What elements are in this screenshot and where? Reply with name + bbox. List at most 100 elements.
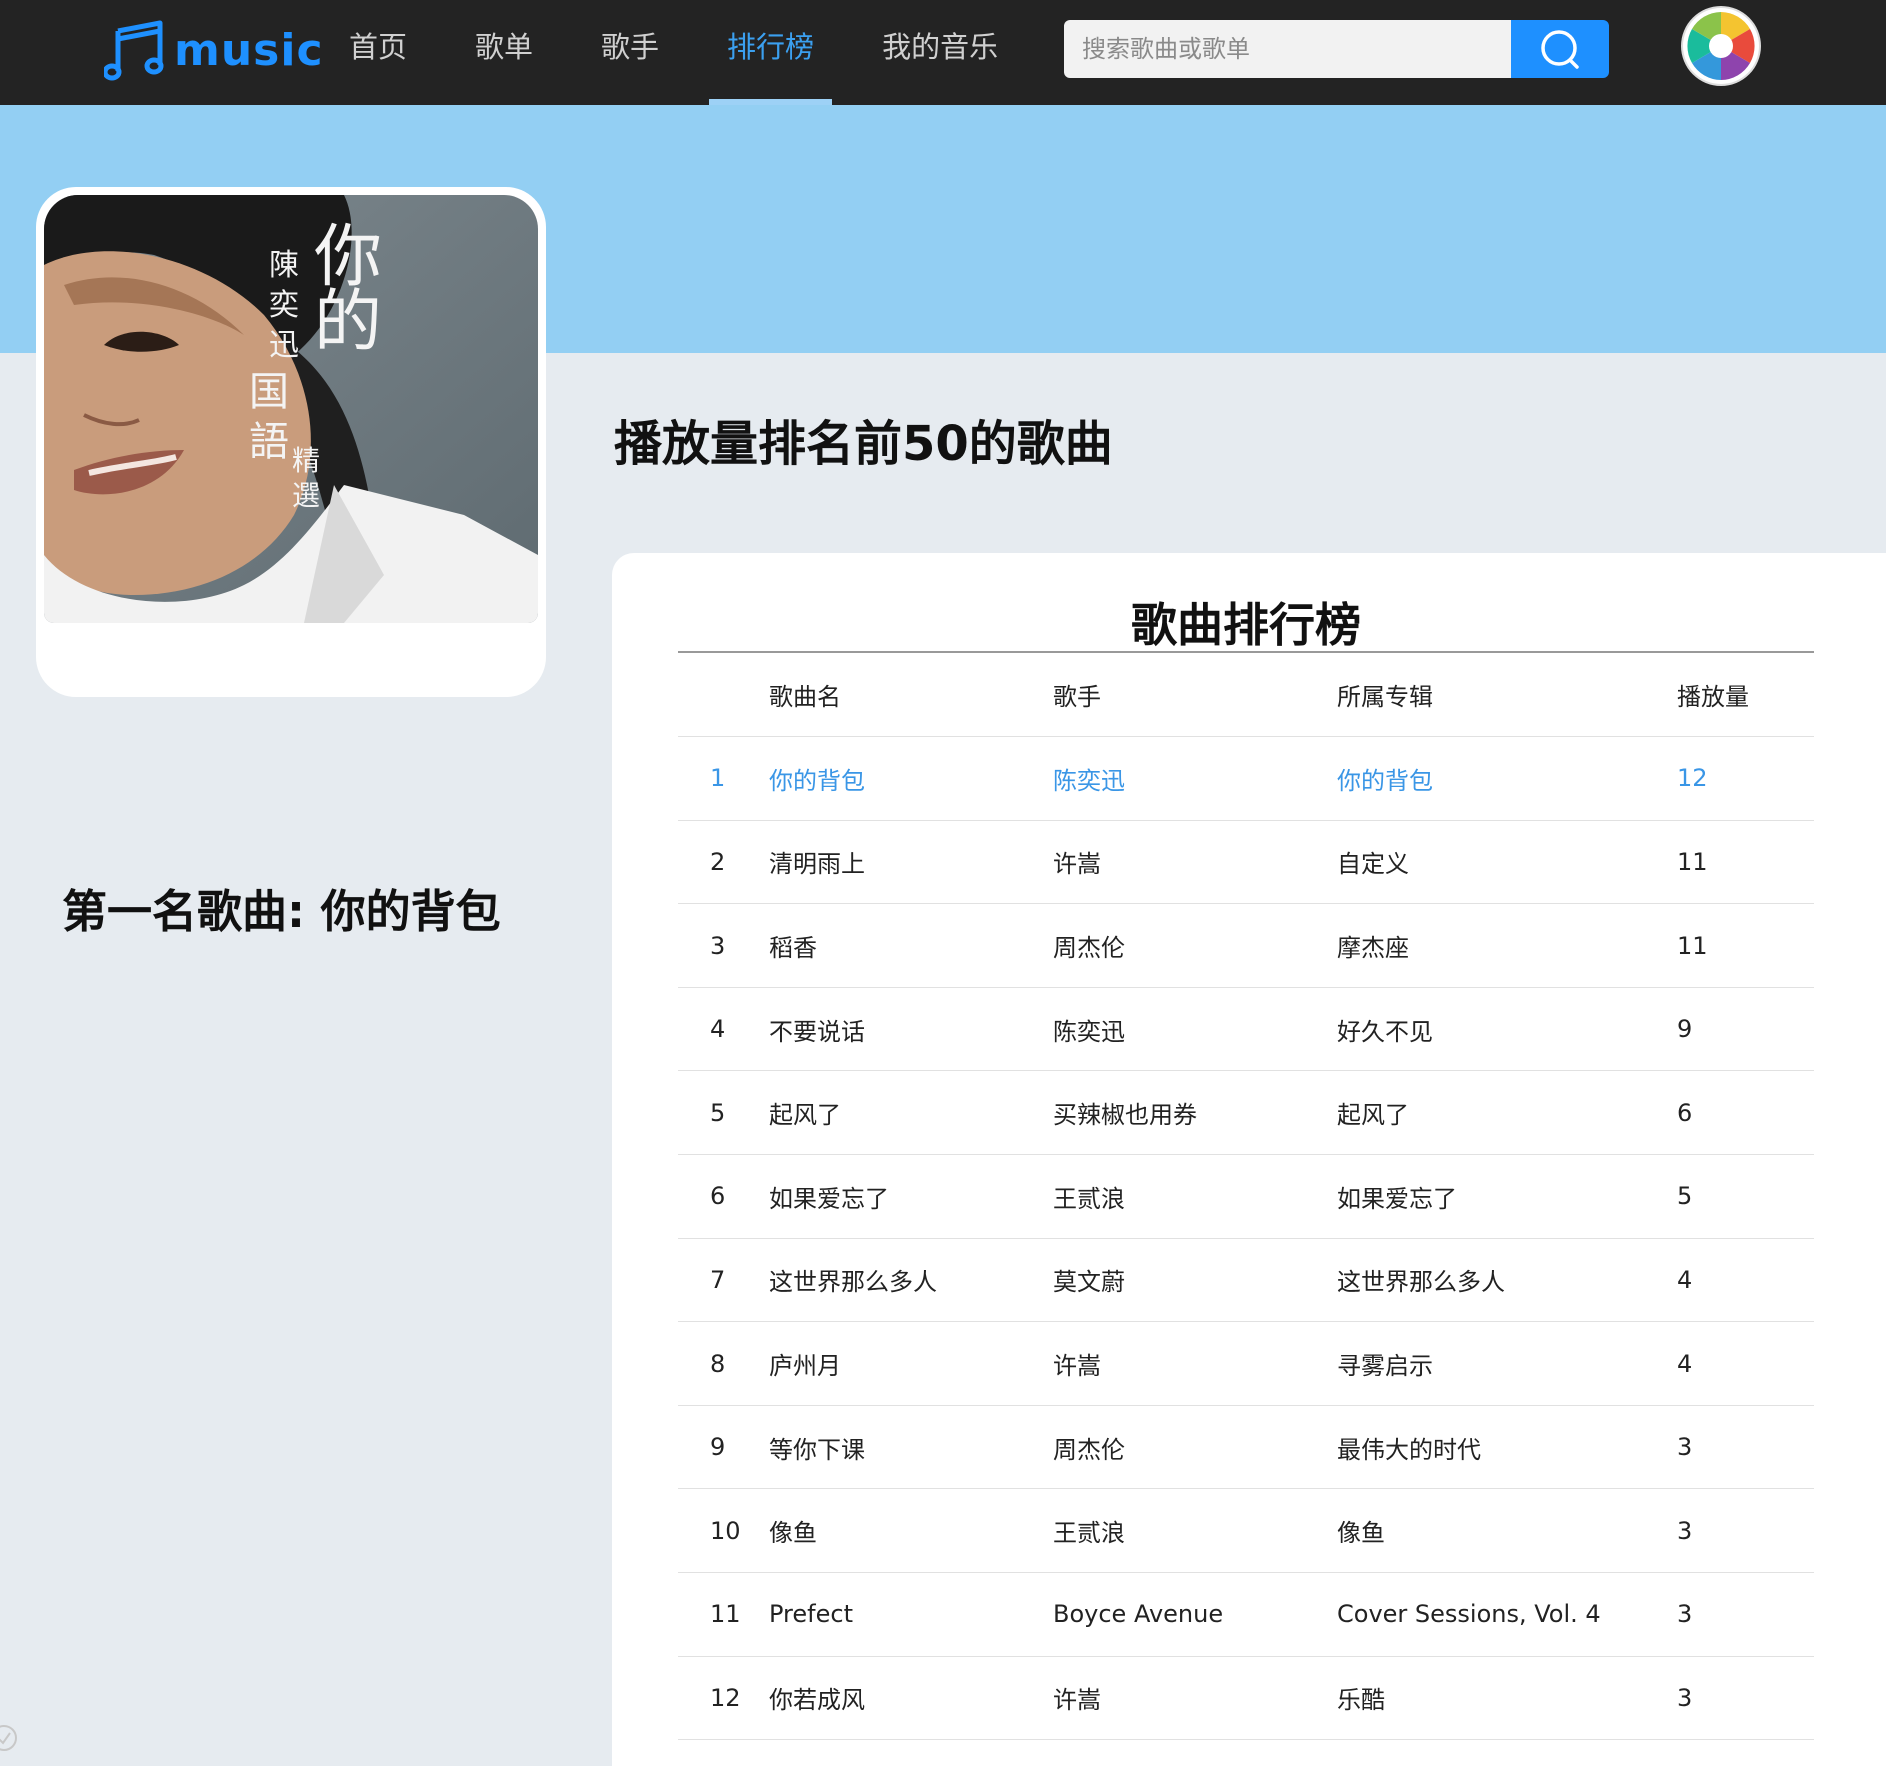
plays-cell: 4 <box>1677 1321 1814 1406</box>
song-link[interactable]: 稻香 <box>769 903 1053 988</box>
artist-link[interactable]: 陈奕迅 <box>1053 736 1337 821</box>
table-row[interactable]: 10 像鱼 王贰浪 像鱼 3 <box>678 1488 1814 1574</box>
plays-cell: 9 <box>1677 987 1814 1072</box>
nav-charts[interactable]: 排行榜 <box>709 0 833 105</box>
table-row[interactable]: 6 如果爱忘了 王贰浪 如果爱忘了 5 <box>678 1154 1814 1239</box>
artist-link[interactable]: 王贰浪 <box>1053 1154 1337 1239</box>
svg-text:迅: 迅 <box>269 328 299 363</box>
table-row[interactable]: 3 稻香 周杰伦 摩杰座 11 <box>678 903 1814 988</box>
album-link[interactable]: 摩杰座 <box>1337 903 1677 988</box>
rank-cell: 9 <box>678 1405 769 1490</box>
svg-text:国: 国 <box>249 369 289 415</box>
plays-cell: 3 <box>1677 1488 1814 1574</box>
album-link[interactable]: 好久不见 <box>1337 987 1677 1072</box>
song-link[interactable]: 你的背包 <box>769 736 1053 821</box>
artist-link[interactable]: 周杰伦 <box>1053 903 1337 988</box>
search-input[interactable] <box>1064 20 1511 78</box>
table-row[interactable]: 4 不要说话 陈奕迅 好久不见 9 <box>678 987 1814 1072</box>
table-row[interactable]: 11 Prefect Boyce Avenue Cover Sessions, … <box>678 1572 1814 1657</box>
ranking-card: 歌曲排行榜 歌曲名 歌手 所属专辑 播放量 1 你的背包 陈奕迅 你的背包 12… <box>612 553 1886 1766</box>
artist-link[interactable]: Boyce Avenue <box>1053 1572 1337 1657</box>
top-navigation-bar: music 首页 歌单 歌手 排行榜 我的音乐 <box>0 0 1886 105</box>
song-link[interactable]: 这世界那么多人 <box>769 1238 1053 1323</box>
song-link[interactable]: Prefect <box>769 1572 1053 1657</box>
album-link[interactable]: Cover Sessions, Vol. 4 <box>1337 1572 1677 1657</box>
column-header-rank <box>678 653 769 738</box>
column-header-plays: 播放量 <box>1677 653 1814 738</box>
column-header-artist: 歌手 <box>1053 653 1337 738</box>
artist-link[interactable]: 许嵩 <box>1053 1321 1337 1406</box>
artist-link[interactable]: 许嵩 <box>1053 1656 1337 1741</box>
artist-link[interactable]: 周杰伦 <box>1053 1405 1337 1490</box>
song-link[interactable]: 庐州月 <box>769 1321 1053 1406</box>
album-link[interactable]: 这世界那么多人 <box>1337 1238 1677 1323</box>
avatar[interactable] <box>1683 8 1759 84</box>
rank-cell: 8 <box>678 1321 769 1406</box>
check-icon <box>0 1725 17 1751</box>
plays-cell: 6 <box>1677 1070 1814 1156</box>
page-title: 播放量排名前50的歌曲 <box>614 416 1113 472</box>
album-link[interactable]: 自定义 <box>1337 820 1677 905</box>
top-song-cover-card[interactable]: 你 的 陳 奕 迅 国 語 精 選 <box>36 187 546 697</box>
song-link[interactable]: 如果爱忘了 <box>769 1154 1053 1239</box>
svg-text:精: 精 <box>292 444 320 477</box>
search-bar <box>1064 20 1609 78</box>
plays-cell: 11 <box>1677 903 1814 988</box>
song-link[interactable]: 起风了 <box>769 1070 1053 1156</box>
rank-cell: 3 <box>678 903 769 988</box>
album-cover-image: 你 的 陳 奕 迅 国 語 精 選 <box>44 195 538 623</box>
nav-artists[interactable]: 歌手 <box>601 0 659 95</box>
artist-link[interactable]: 莫文蔚 <box>1053 1238 1337 1323</box>
table-row[interactable]: 1 你的背包 陈奕迅 你的背包 12 <box>678 736 1814 821</box>
rank-cell: 2 <box>678 820 769 905</box>
rank-cell: 11 <box>678 1572 769 1657</box>
table-row[interactable]: 7 这世界那么多人 莫文蔚 这世界那么多人 4 <box>678 1238 1814 1323</box>
svg-text:陳: 陳 <box>269 248 299 283</box>
song-link[interactable]: 不要说话 <box>769 987 1053 1072</box>
aperture-avatar-icon <box>1685 10 1757 82</box>
artist-link[interactable]: 陈奕迅 <box>1053 987 1337 1072</box>
logo-text: music <box>174 24 324 76</box>
artist-link[interactable]: 许嵩 <box>1053 820 1337 905</box>
album-link[interactable]: 最伟大的时代 <box>1337 1405 1677 1490</box>
plays-cell: 12 <box>1677 736 1814 821</box>
nav-my-music[interactable]: 我的音乐 <box>882 0 998 95</box>
album-link[interactable]: 像鱼 <box>1337 1488 1677 1574</box>
album-link[interactable]: 你的背包 <box>1337 736 1677 821</box>
svg-text:奕: 奕 <box>269 288 299 323</box>
search-button[interactable] <box>1511 20 1609 78</box>
plays-cell: 3 <box>1677 1656 1814 1741</box>
rank-cell: 1 <box>678 736 769 821</box>
rank-cell: 5 <box>678 1070 769 1156</box>
plays-cell: 5 <box>1677 1154 1814 1239</box>
table-row[interactable]: 2 清明雨上 许嵩 自定义 11 <box>678 820 1814 905</box>
plays-cell: 3 <box>1677 1405 1814 1490</box>
album-link[interactable]: 起风了 <box>1337 1070 1677 1156</box>
table-row[interactable]: 12 你若成风 许嵩 乐酷 3 <box>678 1656 1814 1741</box>
artist-link[interactable]: 王贰浪 <box>1053 1488 1337 1574</box>
plays-cell: 4 <box>1677 1238 1814 1323</box>
plays-cell: 3 <box>1677 1572 1814 1657</box>
ranking-table: 歌曲名 歌手 所属专辑 播放量 1 你的背包 陈奕迅 你的背包 12 2 清明雨… <box>678 653 1814 1741</box>
first-song-label: 第一名歌曲: 你的背包 <box>62 885 501 938</box>
album-link[interactable]: 如果爱忘了 <box>1337 1154 1677 1239</box>
artist-link[interactable]: 买辣椒也用券 <box>1053 1070 1337 1156</box>
song-link[interactable]: 你若成风 <box>769 1656 1053 1741</box>
svg-text:語: 語 <box>249 419 289 465</box>
svg-text:選: 選 <box>292 479 320 512</box>
album-link[interactable]: 寻雾启示 <box>1337 1321 1677 1406</box>
nav-playlists[interactable]: 歌单 <box>475 0 533 95</box>
song-link[interactable]: 等你下课 <box>769 1405 1053 1490</box>
album-link[interactable]: 乐酷 <box>1337 1656 1677 1741</box>
song-link[interactable]: 像鱼 <box>769 1488 1053 1574</box>
rank-cell: 6 <box>678 1154 769 1239</box>
column-header-album: 所属专辑 <box>1337 653 1677 738</box>
table-row[interactable]: 8 庐州月 许嵩 寻雾启示 4 <box>678 1321 1814 1406</box>
table-row[interactable]: 5 起风了 买辣椒也用券 起风了 6 <box>678 1070 1814 1156</box>
table-header-row: 歌曲名 歌手 所属专辑 播放量 <box>678 653 1814 738</box>
nav-home[interactable]: 首页 <box>349 0 407 95</box>
table-row[interactable]: 9 等你下课 周杰伦 最伟大的时代 3 <box>678 1405 1814 1490</box>
plays-cell: 11 <box>1677 820 1814 905</box>
logo[interactable]: music <box>104 18 324 82</box>
song-link[interactable]: 清明雨上 <box>769 820 1053 905</box>
